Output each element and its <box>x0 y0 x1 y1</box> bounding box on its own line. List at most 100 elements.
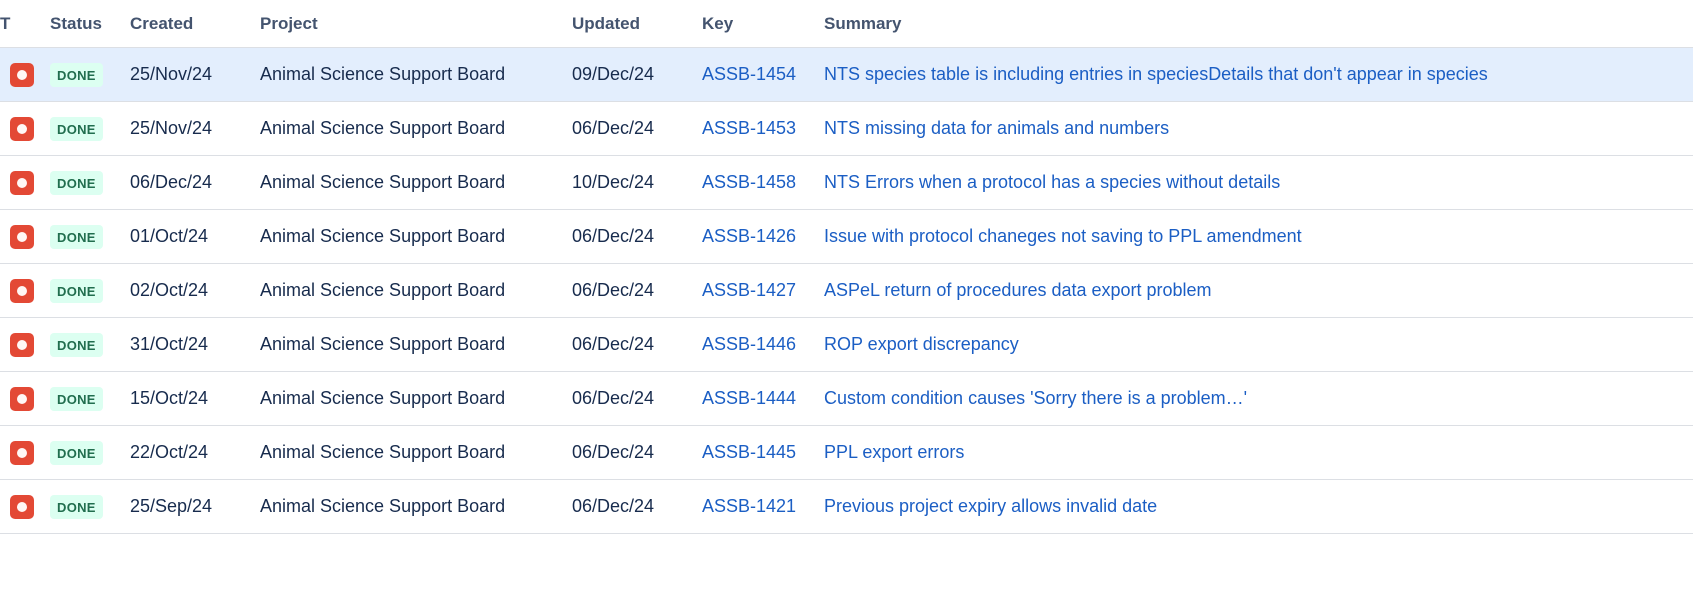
status-badge[interactable]: DONE <box>50 494 103 519</box>
cell-project: Animal Science Support Board <box>260 425 572 480</box>
issue-summary-link[interactable]: Previous project expiry allows invalid d… <box>824 496 1692 517</box>
status-badge[interactable]: DONE <box>50 440 103 465</box>
table-header: T Status Created Project Updated Key Sum… <box>0 0 1693 48</box>
issue-key-link[interactable]: ASSB-1458 <box>702 172 796 192</box>
issue-list-table: T Status Created Project Updated Key Sum… <box>0 0 1693 534</box>
cell-project-text: Animal Science Support Board <box>260 442 506 462</box>
cell-created-text: 06/Dec/24 <box>130 172 213 192</box>
cell-updated-text: 06/Dec/24 <box>572 280 655 300</box>
issue-summary-link[interactable]: NTS species table is including entries i… <box>824 64 1692 85</box>
cell-created-text: 01/Oct/24 <box>130 226 209 246</box>
status-badge[interactable]: DONE <box>50 332 103 357</box>
cell-status: DONE <box>50 263 130 318</box>
table-row[interactable]: DONE 06/Dec/24 Animal Science Support Boar… <box>0 155 1693 210</box>
issue-summary-link[interactable]: NTS missing data for animals and numbers <box>824 118 1692 139</box>
status-badge[interactable]: DONE <box>50 62 103 87</box>
table-row[interactable]: DONE 22/Oct/24 Animal Science Support Boar… <box>0 425 1693 480</box>
table-row[interactable]: DONE 25/Nov/24 Animal Science Support Boar… <box>0 47 1693 102</box>
cell-updated: 06/Dec/24 <box>572 101 702 156</box>
issue-key-link[interactable]: ASSB-1421 <box>702 496 796 516</box>
bug-icon <box>10 494 34 519</box>
cell-summary: PPL export errors <box>824 425 1693 480</box>
cell-issue-type <box>0 155 50 210</box>
status-badge[interactable]: DONE <box>50 116 103 141</box>
cell-updated: 06/Dec/24 <box>572 317 702 372</box>
issue-summary-link[interactable]: PPL export errors <box>824 442 1692 463</box>
table-header-row: T Status Created Project Updated Key Sum… <box>0 0 1693 48</box>
cell-status: DONE <box>50 479 130 534</box>
issue-summary-link[interactable]: ROP export discrepancy <box>824 334 1692 355</box>
cell-key: ASSB-1453 <box>702 101 824 156</box>
cell-updated: 06/Dec/24 <box>572 425 702 480</box>
issue-summary-link[interactable]: Custom condition causes 'Sorry there is … <box>824 388 1692 409</box>
column-header-created[interactable]: Created <box>130 0 260 48</box>
cell-project: Animal Science Support Board <box>260 479 572 534</box>
cell-updated: 06/Dec/24 <box>572 371 702 426</box>
table-row[interactable]: DONE 25/Nov/24 Animal Science Support Boar… <box>0 101 1693 156</box>
cell-issue-type <box>0 479 50 534</box>
cell-project: Animal Science Support Board <box>260 155 572 210</box>
cell-project-text: Animal Science Support Board <box>260 118 506 138</box>
issue-summary-link[interactable]: Issue with protocol chaneges not saving … <box>824 226 1692 247</box>
issue-key-link[interactable]: ASSB-1454 <box>702 64 796 84</box>
issue-key-link[interactable]: ASSB-1446 <box>702 334 796 354</box>
cell-key: ASSB-1446 <box>702 317 824 372</box>
issue-summary-link[interactable]: NTS Errors when a protocol has a species… <box>824 172 1692 193</box>
cell-updated-text: 10/Dec/24 <box>572 172 655 192</box>
cell-created: 31/Oct/24 <box>130 317 260 372</box>
cell-summary: NTS missing data for animals and numbers <box>824 101 1693 156</box>
status-badge[interactable]: DONE <box>50 278 103 303</box>
bug-icon <box>10 224 34 249</box>
cell-summary: Issue with protocol chaneges not saving … <box>824 209 1693 264</box>
issue-key-link[interactable]: ASSB-1444 <box>702 388 796 408</box>
cell-key: ASSB-1421 <box>702 479 824 534</box>
cell-updated: 06/Dec/24 <box>572 479 702 534</box>
column-header-updated[interactable]: Updated <box>572 0 702 48</box>
cell-summary: ROP export discrepancy <box>824 317 1693 372</box>
cell-status: DONE <box>50 209 130 264</box>
cell-updated-text: 06/Dec/24 <box>572 118 655 138</box>
issue-summary-link[interactable]: ASPeL return of procedures data export p… <box>824 280 1692 301</box>
cell-key: ASSB-1444 <box>702 371 824 426</box>
cell-summary: NTS species table is including entries i… <box>824 47 1693 102</box>
cell-created: 02/Oct/24 <box>130 263 260 318</box>
table-body: DONE 25/Nov/24 Animal Science Support Boar… <box>0 47 1693 534</box>
cell-project: Animal Science Support Board <box>260 101 572 156</box>
bug-icon <box>10 440 34 465</box>
cell-status: DONE <box>50 317 130 372</box>
cell-project-text: Animal Science Support Board <box>260 496 506 516</box>
table-row[interactable]: DONE 31/Oct/24 Animal Science Support Boar… <box>0 317 1693 372</box>
bug-icon <box>10 62 34 87</box>
column-header-type[interactable]: T <box>0 0 50 48</box>
cell-created: 25/Sep/24 <box>130 479 260 534</box>
cell-updated: 10/Dec/24 <box>572 155 702 210</box>
issue-key-link[interactable]: ASSB-1427 <box>702 280 796 300</box>
table-row[interactable]: DONE 25/Sep/24 Animal Science Support Boar… <box>0 479 1693 534</box>
column-header-status[interactable]: Status <box>50 0 130 48</box>
status-badge[interactable]: DONE <box>50 170 103 195</box>
cell-key: ASSB-1445 <box>702 425 824 480</box>
bug-icon <box>10 116 34 141</box>
column-header-key[interactable]: Key <box>702 0 824 48</box>
cell-created: 25/Nov/24 <box>130 47 260 102</box>
cell-project: Animal Science Support Board <box>260 371 572 426</box>
issue-key-link[interactable]: ASSB-1426 <box>702 226 796 246</box>
cell-project-text: Animal Science Support Board <box>260 388 506 408</box>
column-header-summary[interactable]: Summary <box>824 0 1693 48</box>
cell-key: ASSB-1454 <box>702 47 824 102</box>
status-badge[interactable]: DONE <box>50 386 103 411</box>
table-row[interactable]: DONE 15/Oct/24 Animal Science Support Boar… <box>0 371 1693 426</box>
column-header-project[interactable]: Project <box>260 0 572 48</box>
cell-project-text: Animal Science Support Board <box>260 334 506 354</box>
cell-project: Animal Science Support Board <box>260 209 572 264</box>
status-badge[interactable]: DONE <box>50 224 103 249</box>
issue-key-link[interactable]: ASSB-1453 <box>702 118 796 138</box>
cell-created: 15/Oct/24 <box>130 371 260 426</box>
cell-updated-text: 06/Dec/24 <box>572 496 655 516</box>
cell-updated-text: 06/Dec/24 <box>572 442 655 462</box>
table-row[interactable]: DONE 02/Oct/24 Animal Science Support Boar… <box>0 263 1693 318</box>
issue-key-link[interactable]: ASSB-1445 <box>702 442 796 462</box>
table-row[interactable]: DONE 01/Oct/24 Animal Science Support Boar… <box>0 209 1693 264</box>
cell-issue-type <box>0 263 50 318</box>
cell-status: DONE <box>50 47 130 102</box>
